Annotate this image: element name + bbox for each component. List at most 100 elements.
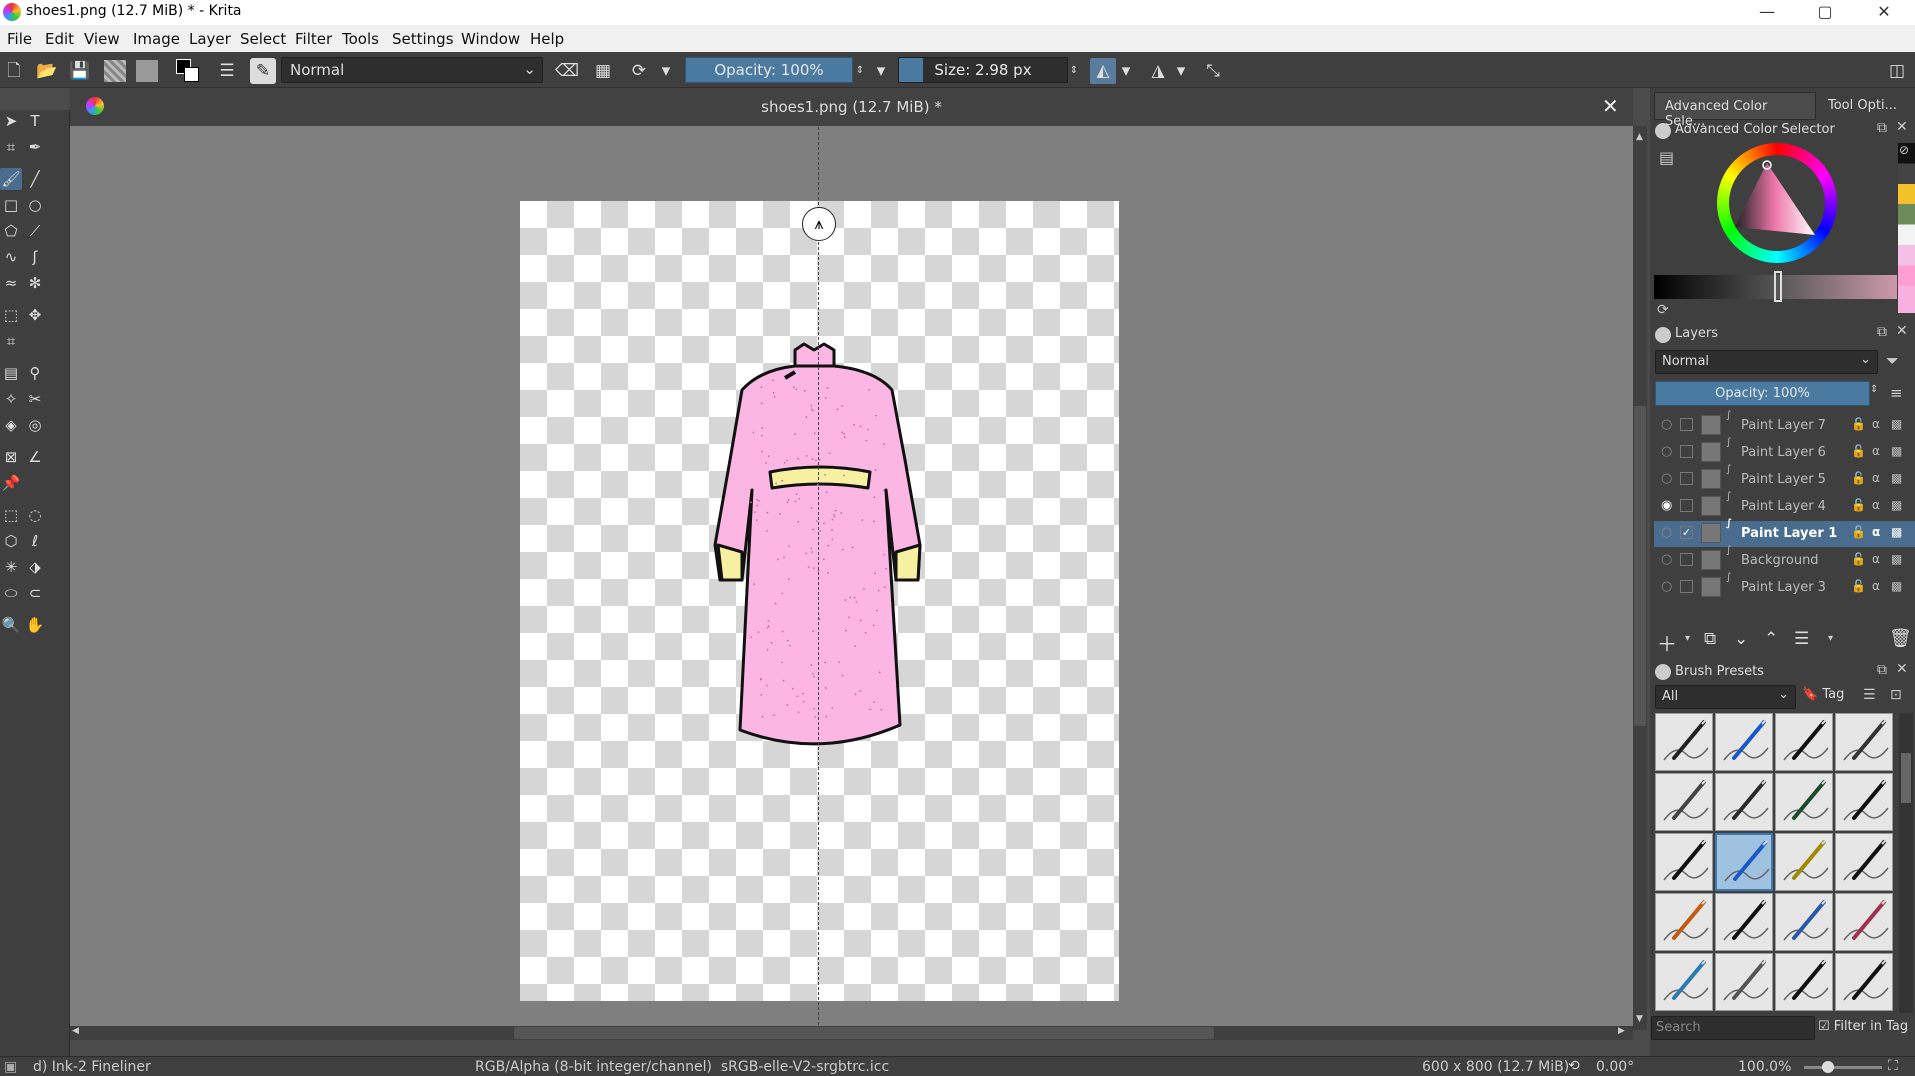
brush-preset-item[interactable]: [1715, 953, 1773, 1011]
brush-preset-item[interactable]: [1715, 893, 1773, 951]
menu-window[interactable]: Window: [461, 30, 520, 48]
layer-row[interactable]: ○ ∫ Background 🔓 α ▩: [1654, 545, 1915, 574]
visibility-eye-icon[interactable]: ○: [1661, 525, 1672, 540]
vertical-scroll-thumb[interactable]: [1634, 406, 1646, 726]
inherit-alpha-icon[interactable]: ▩: [1891, 498, 1902, 512]
brush-tag-filter-select[interactable]: All ⌄: [1655, 685, 1796, 709]
similar-select-icon[interactable]: ⬗: [24, 556, 46, 578]
lock-icon[interactable]: 🔓: [1851, 525, 1866, 539]
brush-settings-icon[interactable]: ☰: [214, 58, 240, 84]
rotation-value[interactable]: 0.00°: [1596, 1059, 1634, 1075]
layer-row[interactable]: ○ ∫ Paint Layer 5 🔓 α ▩: [1654, 464, 1915, 493]
brush-preset-item[interactable]: [1655, 833, 1713, 891]
inherit-alpha-icon[interactable]: ▩: [1891, 525, 1902, 539]
freehand-select-icon[interactable]: ℓ: [24, 530, 46, 552]
fill-tool-icon[interactable]: ◈: [0, 414, 22, 436]
layer-row[interactable]: ○ ✓ ∫ Paint Layer 1 🔓 α ▩: [1654, 518, 1915, 547]
pattern-swatch-icon[interactable]: [136, 60, 158, 82]
chevron-down-icon[interactable]: ▾: [658, 58, 674, 84]
layer-row[interactable]: ○ ∫ Paint Layer 7 🔓 α ▩: [1654, 410, 1915, 439]
mirror-horizontal-icon[interactable]: ◭: [1090, 58, 1116, 84]
alpha-lock-icon[interactable]: α: [1872, 552, 1880, 566]
menu-help[interactable]: Help: [530, 30, 564, 48]
eraser-icon[interactable]: ⌫: [554, 58, 580, 84]
minimize-button[interactable]: —: [1738, 0, 1796, 25]
brush-preset-item[interactable]: [1715, 773, 1773, 831]
panel-lock-icon[interactable]: [1655, 327, 1671, 343]
brush-preset-item[interactable]: [1775, 773, 1833, 831]
inherit-alpha-icon[interactable]: ▩: [1891, 444, 1902, 458]
layer-checkbox[interactable]: [1680, 418, 1693, 431]
chevron-down-icon[interactable]: ▾: [1828, 633, 1833, 644]
brush-preset-item[interactable]: [1775, 953, 1833, 1011]
workspace-icon[interactable]: ◫: [1884, 58, 1910, 84]
polygon-select-icon[interactable]: ⬡: [0, 530, 22, 552]
menu-file[interactable]: File: [7, 30, 32, 48]
move-layer-down-icon[interactable]: ⌄: [1734, 629, 1748, 649]
bezier-select-icon[interactable]: ⬭: [0, 582, 22, 604]
brush-scrollbar[interactable]: [1899, 713, 1913, 1013]
colorize-mask-icon[interactable]: ✧: [0, 388, 22, 410]
visibility-eye-icon[interactable]: ◉: [1661, 498, 1672, 513]
panel-lock-icon[interactable]: [1655, 123, 1671, 139]
open-document-icon[interactable]: 📂: [34, 58, 60, 84]
gradient-tool-icon[interactable]: ▤: [0, 362, 22, 384]
menu-filter[interactable]: Filter: [295, 30, 332, 48]
close-panel-icon[interactable]: ✕: [1896, 661, 1908, 677]
zoom-slider[interactable]: [1804, 1061, 1882, 1073]
contiguous-select-icon[interactable]: ✳: [0, 556, 22, 578]
ellipse-tool-icon[interactable]: ○: [24, 194, 46, 216]
alpha-lock-icon[interactable]: α: [1872, 579, 1880, 593]
layer-checkbox[interactable]: [1680, 445, 1693, 458]
alpha-lock-icon[interactable]: α: [1872, 471, 1880, 485]
crop-tool-icon[interactable]: ⌗: [0, 330, 22, 352]
reload-preset-icon[interactable]: ⟳: [626, 58, 652, 84]
transform-tool-icon[interactable]: ⬚: [0, 304, 22, 326]
close-document-button[interactable]: ✕: [1602, 94, 1619, 118]
mirror-axis-handle-icon[interactable]: ⩚: [802, 207, 836, 241]
edit-shapes-icon[interactable]: ⌗: [0, 136, 22, 158]
save-icon[interactable]: 💾: [67, 58, 93, 84]
fg-bg-color-icon[interactable]: [176, 59, 200, 83]
bezier-tool-icon[interactable]: ∿: [0, 246, 22, 268]
layer-name[interactable]: Paint Layer 5: [1741, 472, 1826, 487]
fit-to-screen-icon[interactable]: ⛶: [1888, 1058, 1898, 1074]
brush-preset-item[interactable]: [1835, 713, 1893, 771]
freehand-brush-icon[interactable]: 🖌: [0, 168, 22, 190]
chevron-down-icon[interactable]: ▾: [873, 58, 889, 84]
new-document-icon[interactable]: 🗋: [1, 58, 27, 84]
refresh-colors-icon[interactable]: ⟳: [1657, 302, 1669, 318]
alpha-lock-icon[interactable]: α: [1872, 525, 1880, 539]
brush-preset-item[interactable]: [1655, 953, 1713, 1011]
tag-button[interactable]: 🔖 Tag: [1802, 687, 1844, 702]
menu-settings[interactable]: Settings: [392, 30, 454, 48]
visibility-eye-icon[interactable]: ○: [1661, 417, 1672, 432]
layer-name[interactable]: Background: [1741, 553, 1819, 568]
panel-lock-icon[interactable]: [1655, 664, 1671, 680]
layer-blend-mode-select[interactable]: Normal ⌄: [1655, 350, 1878, 374]
gradient-swatch-icon[interactable]: [104, 60, 126, 82]
brush-preset-item[interactable]: [1835, 773, 1893, 831]
layer-name[interactable]: Paint Layer 7: [1741, 418, 1826, 433]
clear-swatch-icon[interactable]: ⊘: [1899, 143, 1909, 157]
wrap-around-icon[interactable]: ⤡: [1200, 58, 1226, 84]
chevron-down-icon[interactable]: ▾: [1118, 58, 1134, 84]
float-panel-icon[interactable]: ⧉: [1877, 324, 1887, 340]
tab-tool-options[interactable]: Tool Opti...: [1818, 92, 1913, 120]
layer-checkbox[interactable]: [1680, 499, 1693, 512]
opacity-spin-icon[interactable]: ⇕: [1870, 384, 1878, 395]
layer-checkbox[interactable]: [1680, 580, 1693, 593]
scroll-down-icon[interactable]: ▼: [1636, 1014, 1643, 1024]
horizontal-scroll-thumb[interactable]: [514, 1027, 1214, 1039]
menu-view[interactable]: View: [84, 30, 120, 48]
zoom-tool-icon[interactable]: 🔍: [0, 614, 22, 636]
close-panel-icon[interactable]: ✕: [1896, 323, 1908, 339]
float-panel-icon[interactable]: ⧉: [1877, 662, 1887, 678]
brush-preset-item[interactable]: [1655, 773, 1713, 831]
brush-preset-item[interactable]: [1835, 893, 1893, 951]
layer-properties-icon[interactable]: ☰: [1794, 629, 1809, 649]
layer-name[interactable]: Paint Layer 6: [1741, 445, 1826, 460]
brush-preset-item[interactable]: [1715, 713, 1773, 771]
blend-mode-select[interactable]: Normal ⌄: [281, 57, 543, 83]
assistant-tool-icon[interactable]: ⊠: [0, 446, 22, 468]
